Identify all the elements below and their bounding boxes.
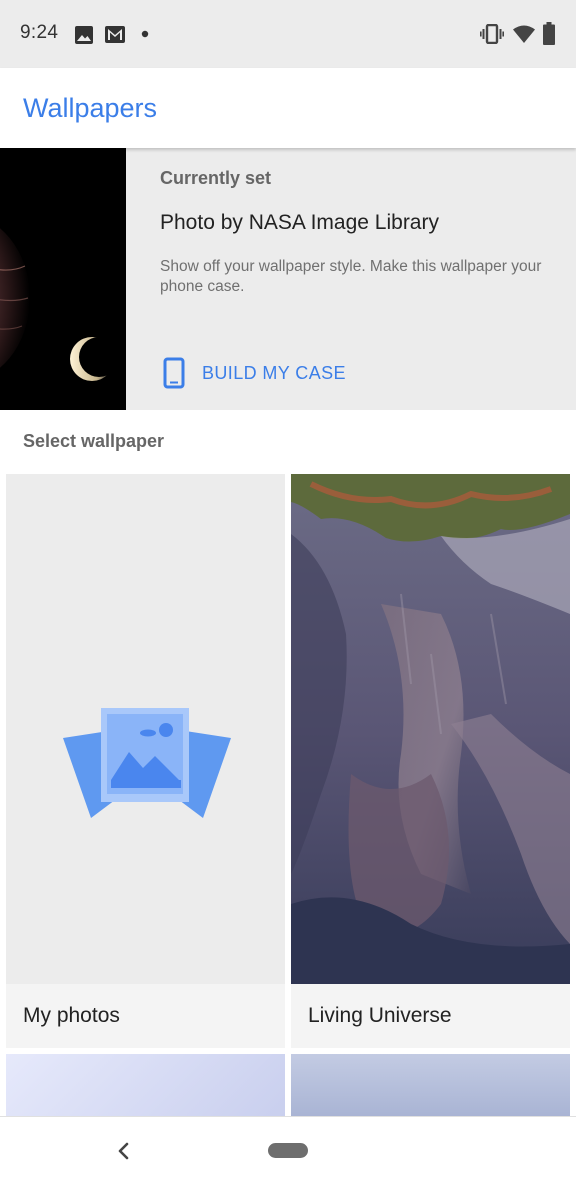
current-wallpaper-section: Currently set Photo by NASA Image Librar…: [0, 148, 576, 410]
tile-living-universe[interactable]: Living Universe: [291, 474, 570, 1048]
status-time: 9:24: [20, 22, 59, 43]
screen: 9:24 Wallpapers Currently set Photo by N…: [0, 0, 576, 1184]
canyon-image: [291, 474, 570, 1048]
tile-my-photos[interactable]: My photos: [6, 474, 285, 1048]
app-bar: Wallpapers: [0, 68, 576, 148]
gmail-icon: [105, 26, 125, 43]
battery-icon: [543, 22, 555, 45]
wifi-icon: [513, 25, 535, 43]
build-my-case-label: BUILD MY CASE: [202, 363, 346, 383]
home-pill-icon[interactable]: [268, 1143, 308, 1158]
current-wallpaper-title: Photo by NASA Image Library: [160, 211, 439, 234]
tile-label-living-universe: Living Universe: [308, 1004, 452, 1027]
phone-icon: [163, 357, 185, 389]
vibrate-icon: [480, 24, 504, 44]
image-icon: [75, 26, 93, 44]
tile-caption: Living Universe: [291, 984, 570, 1048]
select-wallpaper-heading: Select wallpaper: [23, 431, 165, 451]
current-wallpaper-thumbnail[interactable]: [0, 148, 126, 410]
tile-partial-right[interactable]: [291, 1054, 570, 1116]
planet-image: [0, 148, 126, 410]
photos-stack-icon: [63, 708, 231, 818]
back-icon[interactable]: [116, 1141, 132, 1161]
navigation-bar: [0, 1116, 576, 1184]
tile-label-my-photos: My photos: [23, 1004, 120, 1027]
tile-partial-left[interactable]: [6, 1054, 285, 1116]
page-title: Wallpapers: [23, 93, 158, 123]
currently-set-label: Currently set: [160, 168, 272, 188]
tile-caption: My photos: [6, 984, 285, 1048]
dot-icon: [141, 30, 149, 38]
build-my-case-button[interactable]: BUILD MY CASE: [160, 352, 360, 392]
status-bar: 9:24: [0, 0, 576, 68]
current-wallpaper-description: Show off your wallpaper style. Make this…: [160, 258, 542, 295]
